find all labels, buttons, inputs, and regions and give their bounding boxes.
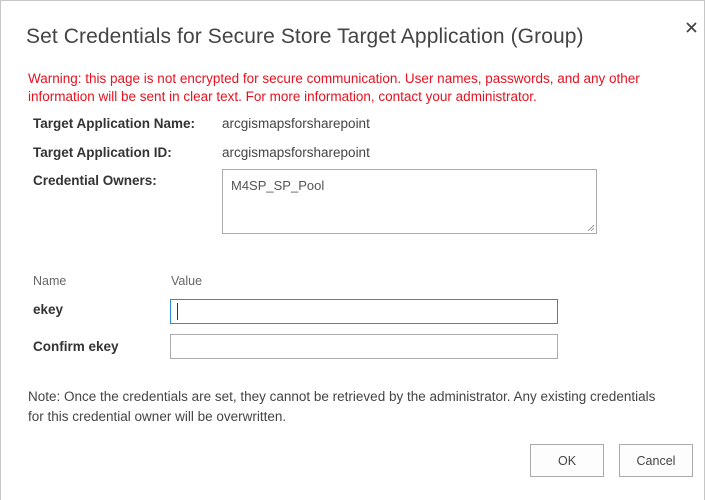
security-warning: Warning: this page is not encrypted for …	[28, 71, 640, 104]
credential-owners-value: M4SP_SP_Pool	[231, 178, 325, 193]
close-icon	[686, 22, 697, 33]
credential-owners-label: Credential Owners:	[33, 173, 157, 188]
confirm-ekey-label: Confirm ekey	[33, 339, 119, 354]
dialog-title: Set Credentials for Secure Store Target …	[26, 25, 584, 48]
fields-header-value: Value	[171, 274, 203, 288]
text-caret	[177, 303, 178, 320]
set-credentials-dialog: Set Credentials for Secure Store Target …	[0, 0, 705, 500]
close-button[interactable]	[684, 20, 700, 36]
credential-owners-field[interactable]: M4SP_SP_Pool	[222, 169, 597, 234]
target-app-name-value: arcgismapsforsharepoint	[222, 116, 370, 131]
target-app-id-value: arcgismapsforsharepoint	[222, 145, 370, 160]
ekey-label: ekey	[33, 302, 64, 317]
confirm-ekey-input[interactable]	[170, 334, 558, 359]
ok-button[interactable]: OK	[530, 444, 604, 477]
resize-grip-icon[interactable]	[588, 225, 594, 231]
ekey-input[interactable]	[170, 299, 558, 324]
target-app-name-label: Target Application Name:	[33, 116, 196, 131]
cancel-button[interactable]: Cancel	[619, 444, 693, 477]
target-app-id-label: Target Application ID:	[33, 145, 172, 160]
fields-header-name: Name	[33, 274, 67, 288]
overwrite-note: Note: Once the credentials are set, they…	[28, 389, 656, 424]
